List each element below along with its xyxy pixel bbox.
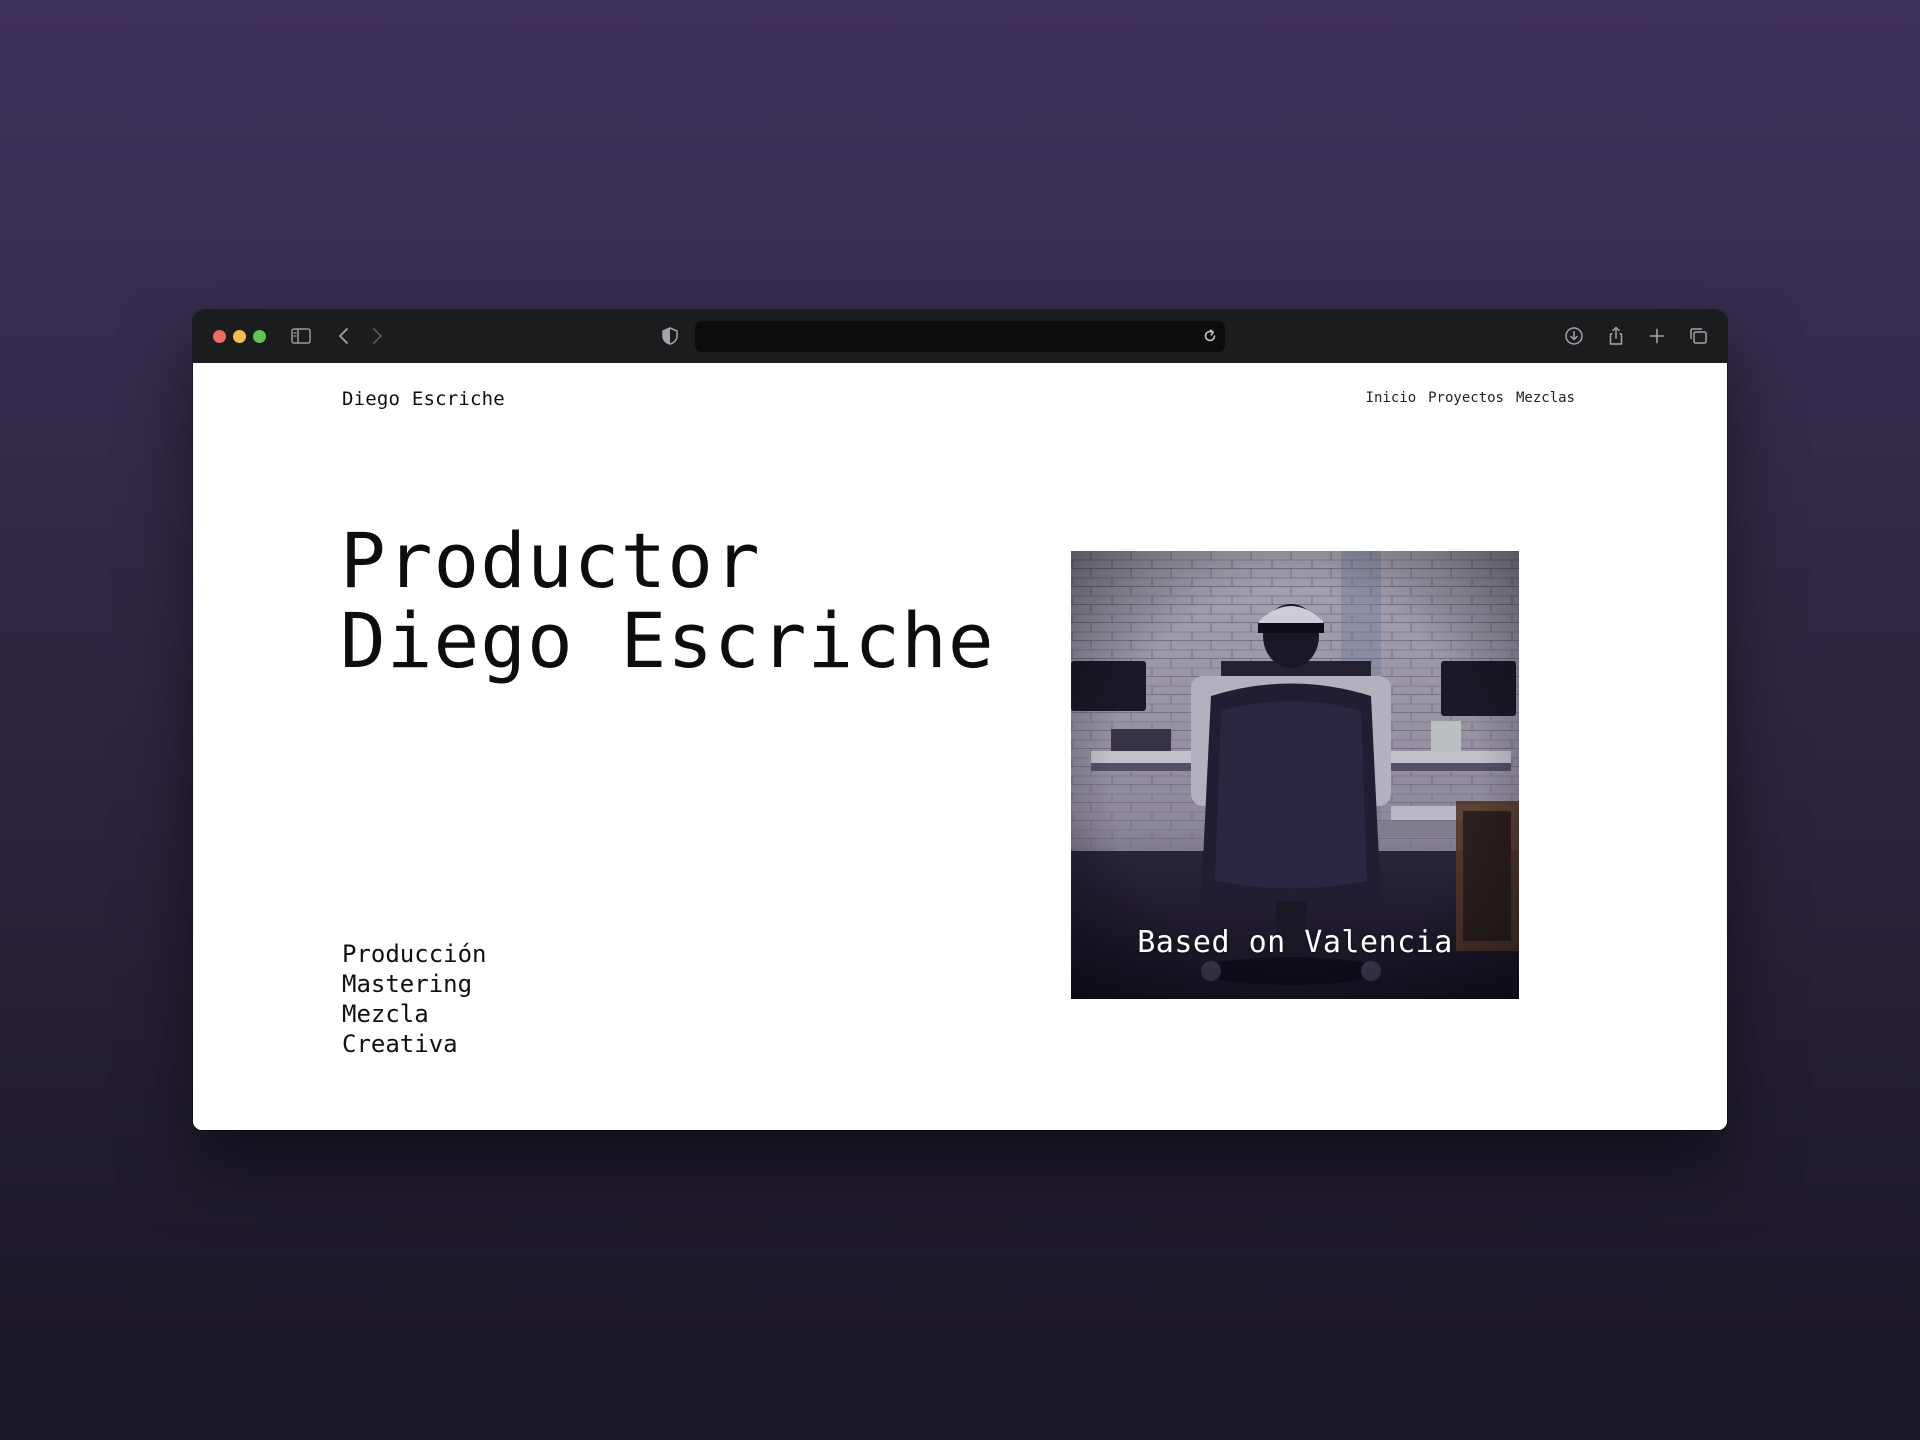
services-list: Producción Mastering Mezcla Creativa [342,939,487,1059]
zoom-window-button[interactable] [253,330,266,343]
photo-caption: Based on Valencia [1137,925,1453,960]
service-item: Mastering [342,970,473,998]
service-item: Creativa [342,1030,458,1058]
minimize-window-button[interactable] [233,330,246,343]
site-brand[interactable]: Diego Escriche [342,388,505,410]
hero-title-line-1: Productor [340,516,761,605]
studio-photo: Based on Valencia [1071,551,1519,999]
nav-link-proyectos[interactable]: Proyectos [1428,390,1504,406]
hero-title: Productor Diego Escriche [340,521,995,681]
web-page: Diego Escriche Inicio Proyectos Mezclas … [193,363,1727,1130]
address-bar[interactable] [695,321,1225,352]
chevron-right-icon[interactable] [366,325,388,351]
hero-title-line-2: Diego Escriche [340,596,995,685]
share-icon[interactable] [1605,325,1627,351]
browser-window: Diego Escriche Inicio Proyectos Mezclas … [193,310,1727,1130]
service-item: Mezcla [342,1000,429,1028]
site-nav: Inicio Proyectos Mezclas [1366,390,1575,406]
sidebar-icon[interactable] [290,325,312,351]
shield-icon[interactable] [659,325,681,351]
tabs-overview-icon[interactable] [1687,325,1709,351]
service-item: Producción [342,940,487,968]
close-window-button[interactable] [213,330,226,343]
reload-icon[interactable] [1200,326,1220,350]
nav-link-mezclas[interactable]: Mezclas [1516,390,1575,406]
nav-link-inicio[interactable]: Inicio [1366,390,1417,406]
chevron-left-icon[interactable] [333,325,355,351]
plus-icon[interactable] [1646,325,1668,351]
browser-toolbar [193,310,1727,363]
download-icon[interactable] [1563,325,1585,351]
